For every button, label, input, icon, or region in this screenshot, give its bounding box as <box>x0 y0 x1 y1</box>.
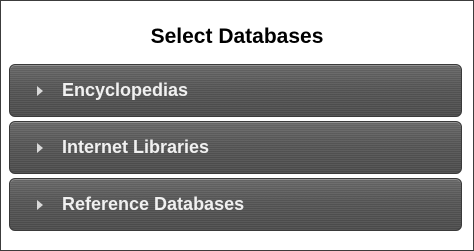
select-databases-panel: Select Databases Encyclopedias Internet … <box>0 0 474 251</box>
chevron-right-icon <box>37 85 43 96</box>
chevron-right-icon <box>37 142 43 153</box>
accordion-item-label: Reference Databases <box>62 194 245 214</box>
accordion-item-internet-libraries[interactable]: Internet Libraries <box>9 121 462 174</box>
database-accordion: Encyclopedias Internet Libraries Referen… <box>9 64 462 235</box>
accordion-item-label: Internet Libraries <box>62 137 210 157</box>
panel-title: Select Databases <box>150 25 324 48</box>
accordion-item-reference-databases[interactable]: Reference Databases <box>9 178 462 231</box>
accordion-item-encyclopedias[interactable]: Encyclopedias <box>9 64 462 117</box>
chevron-right-icon <box>37 199 43 210</box>
accordion-item-label: Encyclopedias <box>62 80 189 100</box>
